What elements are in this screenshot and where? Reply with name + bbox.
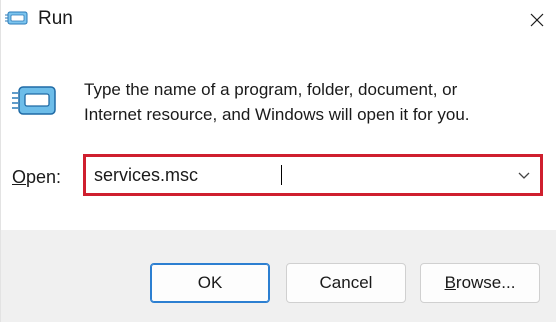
close-icon xyxy=(530,13,544,27)
browse-button[interactable]: Browse... xyxy=(420,263,540,303)
open-input[interactable] xyxy=(94,157,504,193)
close-button[interactable] xyxy=(517,0,556,40)
run-icon xyxy=(5,11,28,25)
browse-accelerator: B xyxy=(444,273,456,292)
description-line-1: Type the name of a program, folder, docu… xyxy=(84,80,458,99)
run-dialog: Run Type the name of a program, folder, … xyxy=(0,0,556,322)
open-label-accelerator: O xyxy=(12,167,27,187)
window-title: Run xyxy=(38,8,73,29)
title-bar[interactable]: Run xyxy=(1,0,556,40)
browse-label: rowse... xyxy=(455,273,516,292)
open-combobox[interactable] xyxy=(83,154,543,196)
description-line-2: Internet resource, and Windows will open… xyxy=(84,105,470,124)
open-label: Open: xyxy=(12,166,61,188)
description-text: Type the name of a program, folder, docu… xyxy=(84,77,544,127)
open-label-text: pen: xyxy=(26,167,62,187)
chevron-down-icon[interactable] xyxy=(517,168,531,182)
cancel-button[interactable]: Cancel xyxy=(286,263,406,303)
ok-button[interactable]: OK xyxy=(150,263,270,303)
run-app-icon xyxy=(12,86,56,115)
text-cursor xyxy=(281,165,282,185)
